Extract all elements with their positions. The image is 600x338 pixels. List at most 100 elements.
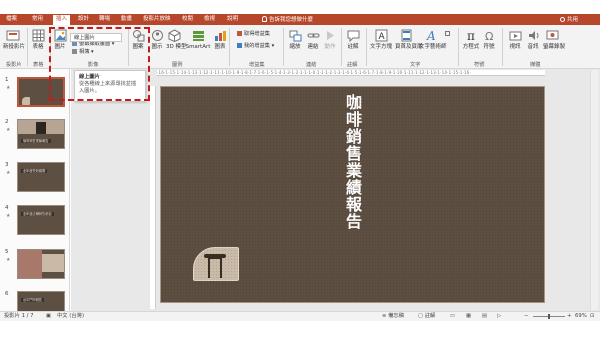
slide-thumbnail[interactable]: 咖啡銷售業績報告 [17,119,65,149]
page-footer-space [0,321,600,338]
notes-button[interactable]: ≡ 備忘稿 [382,312,404,321]
slide-title[interactable]: 咖啡銷售業績報告 [345,94,363,230]
screen-recording-label: 螢幕錄製 [543,44,566,50]
action-button[interactable]: 動作 [323,29,337,50]
thumb-caption: 全年度營收總攬 [21,169,48,173]
coffee-picture[interactable] [193,247,239,281]
table-label: 表格 [32,44,44,50]
smartart-button[interactable]: SmartArt [185,29,211,50]
slide-number: 3 [5,162,9,168]
slide-number: 2 [5,119,9,125]
slide-thumbnail[interactable]: 台中門市銷售 [17,291,65,311]
get-addins-button[interactable]: 取得增益集 [237,31,270,37]
tab-design[interactable]: 設計 [78,16,89,23]
3d-models-button[interactable]: 3D 模型 [166,29,186,50]
group-label-addins: 增益集 [249,62,265,68]
textbox-button[interactable]: A 文字方塊 [370,29,392,50]
link-icon [307,33,319,38]
slide-sorter-icon[interactable]: ▦ [466,312,471,321]
tab-animations[interactable]: 動畫 [121,16,132,23]
comments-button[interactable]: ▢ 註解 [418,312,435,321]
group-label-media: 媒體 [530,62,541,68]
get-addins-label: 取得增益集 [244,31,270,37]
status-bar: 投影片 1 / 7 ▣ 中文 (台灣) ≡ 備忘稿 ▢ 註解 ▭ ▦ ▤ ▷ −… [0,311,600,321]
video-button[interactable]: 視訊 [508,29,522,50]
icons-button[interactable]: 圖示 [150,29,164,50]
slide-thumbnail[interactable] [17,249,65,279]
group-divider [229,28,230,66]
zoom-level[interactable]: 69% [575,312,587,321]
svg-text:A: A [426,29,436,42]
vertical-scrollbar[interactable] [590,70,598,310]
group-label-text: 文字 [410,62,421,68]
zoom-icon [289,30,301,42]
fit-slide-icon[interactable]: ⊡ [590,312,594,321]
slide-thumbnail[interactable]: 全年度店鋪銷售細目 [17,205,65,235]
slide-thumbnail-pane[interactable]: 1 ★ 2 ★ 咖啡銷售業績報告 3 ★ 全年度營收總攬 4 ★ 全年度店鋪銷售… [0,69,70,311]
equation-button[interactable]: π 方程式 [462,29,480,50]
my-addins-button[interactable]: 我的增益集 ▾ [237,43,274,49]
tab-file[interactable]: 檔案 [6,16,17,23]
zoom-slider-thumb[interactable] [548,314,550,319]
comment-icon [347,30,359,42]
slide-counter: 投影片 1 / 7 [4,313,34,319]
share-button[interactable]: 共用 [560,15,578,23]
zoom-in-icon[interactable]: + [567,312,571,321]
tell-me-box[interactable]: 告訴我您想做什麼 [262,15,313,23]
accessibility-icon[interactable]: ▣ [46,312,51,321]
group-divider [366,28,367,66]
svg-text:A: A [378,32,385,42]
textbox-label: 文字方塊 [370,44,393,50]
store-icon [237,31,242,36]
slide-number: 1 [5,77,9,83]
screen-recording-icon [546,30,558,40]
transition-star-icon: ★ [6,85,11,91]
new-slide-button[interactable]: 新投影片 [3,29,25,50]
stool-legs [208,256,222,278]
speaker-icon [528,31,538,40]
zoom-button[interactable]: 縮放 [288,29,302,50]
tab-transitions[interactable]: 轉場 [99,16,110,23]
tab-insert[interactable]: 插入 [53,15,71,25]
svg-text:Ω: Ω [485,30,493,42]
zoom-label: 縮放 [289,44,301,50]
reading-view-icon[interactable]: ▤ [482,312,487,321]
slideshow-icon[interactable]: ▷ [497,312,501,321]
tell-me-text: 告訴我您想做什麼 [269,17,314,23]
svg-text:π: π [467,29,475,42]
group-divider [283,28,284,66]
slide-canvas[interactable]: 咖啡銷售業績報告 [160,86,545,303]
group-label-slides: 投影片 [6,62,22,68]
tab-home[interactable]: 常用 [32,16,43,23]
comments-label: 註解 [424,313,436,319]
smartart-label: SmartArt [185,44,211,50]
link-button[interactable]: 連結 [306,29,320,50]
header-footer-button[interactable]: 頁首及頁尾 [395,29,423,50]
normal-view-icon[interactable]: ▭ [450,312,455,321]
group-label-tables: 表格 [33,62,44,68]
tab-review[interactable]: 校閱 [182,16,193,23]
chart-button[interactable]: 圖表 [213,29,227,50]
table-button[interactable]: 表格 [30,29,46,50]
action-icon [326,31,334,40]
thumb-picture [18,250,42,278]
comment-button[interactable]: 註解 [346,29,360,50]
icons-label: 圖示 [151,44,163,50]
tab-view[interactable]: 檢視 [204,16,215,23]
icons-icon [151,30,163,41]
zoom-out-icon[interactable]: − [524,312,528,321]
slide-thumbnail[interactable]: 全年度營收總攬 [17,162,65,192]
wordart-icon: A [426,29,436,42]
screen-recording-button[interactable]: 螢幕錄製 [543,29,565,50]
text-extra-icon [445,31,450,36]
tab-slideshow[interactable]: 投影片放映 [143,16,171,23]
language-indicator[interactable]: 中文 (台灣) [57,312,84,321]
symbol-button[interactable]: Ω 符號 [482,29,496,50]
transition-star-icon: ★ [6,170,11,176]
text-extra-button[interactable] [445,31,452,37]
audio-button[interactable]: 音訊 [526,29,540,50]
chart-label: 圖表 [214,44,226,50]
thumb-picture [36,122,46,134]
tab-help[interactable]: 說明 [227,16,238,23]
wordart-button[interactable]: A 文字藝術師 [419,29,447,50]
